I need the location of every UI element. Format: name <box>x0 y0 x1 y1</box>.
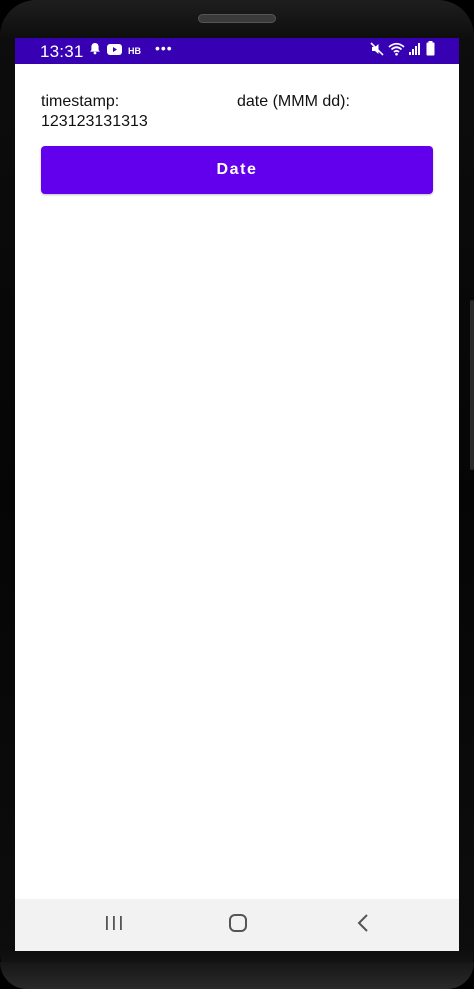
back-icon <box>356 913 370 938</box>
status-time: 13:31 <box>40 42 84 61</box>
mute-icon <box>370 41 384 61</box>
timestamp-label: timestamp: <box>41 93 120 110</box>
earpiece-speaker <box>198 14 276 23</box>
timestamp-value: 123123131313 <box>41 113 148 130</box>
app-content: timestamp: 123123131313 date (MMM dd): D… <box>15 64 459 900</box>
battery-icon <box>426 41 435 61</box>
date-label: date (MMM dd): <box>237 93 350 110</box>
recents-button[interactable] <box>94 911 134 939</box>
home-icon <box>228 913 248 938</box>
navigation-bar <box>15 899 459 951</box>
wifi-icon <box>388 42 405 61</box>
phone-frame: 13:31 HB ••• timestamp: 123123131313 dat… <box>0 0 474 989</box>
carrier-badge: HB <box>128 46 141 56</box>
signal-icon <box>409 42 422 60</box>
bell-icon <box>89 42 101 60</box>
recents-icon <box>105 915 123 936</box>
screen: 13:31 HB ••• timestamp: 123123131313 dat… <box>15 38 459 951</box>
status-system-icons <box>370 41 435 61</box>
back-button[interactable] <box>343 911 383 939</box>
status-notification-icons: HB ••• <box>89 40 173 60</box>
date-button[interactable]: Date <box>41 146 433 194</box>
phone-bottom-bezel <box>0 962 474 989</box>
status-bar: 13:31 HB ••• <box>15 38 459 64</box>
more-notifications-indicator: ••• <box>155 40 173 56</box>
side-button <box>470 300 474 470</box>
home-button[interactable] <box>218 911 258 939</box>
youtube-icon <box>107 42 122 60</box>
